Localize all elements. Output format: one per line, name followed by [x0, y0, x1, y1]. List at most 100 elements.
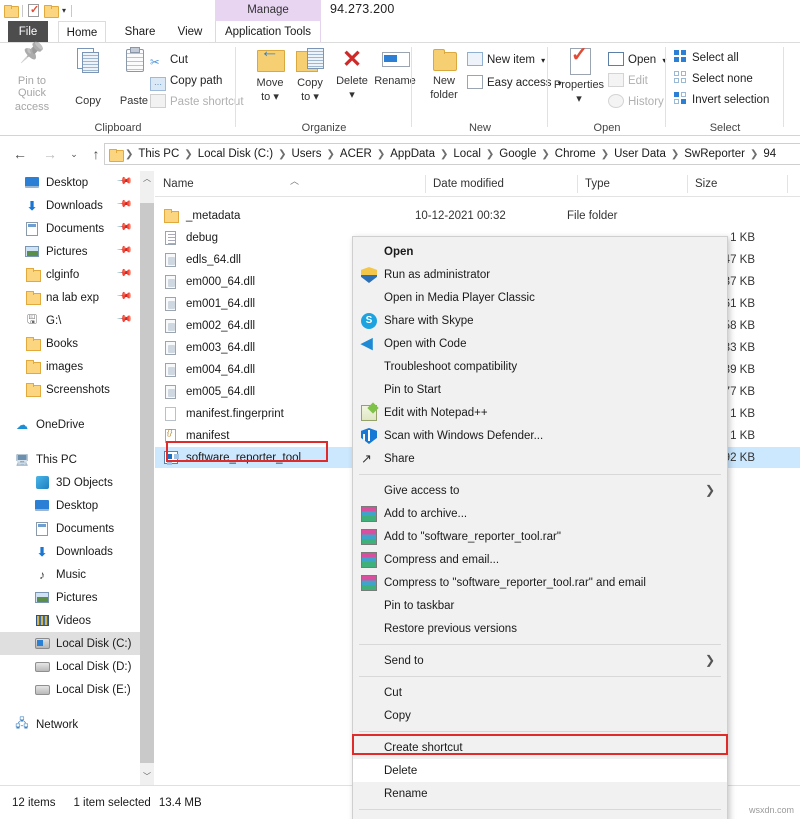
nav-item-videos[interactable]: Videos [0, 609, 140, 632]
pin-icon[interactable]: 📌 [115, 242, 132, 259]
breadcrumb-acer[interactable]: ACER [336, 148, 376, 160]
new-folder-icon[interactable] [44, 5, 57, 16]
breadcrumb-separator[interactable]: ❯ [600, 149, 610, 160]
breadcrumb-separator[interactable]: ❯ [439, 149, 449, 160]
pin-icon[interactable]: 📌 [115, 311, 132, 328]
breadcrumb-users[interactable]: Users [287, 148, 325, 160]
menu-item-restore-previous-versions[interactable]: Restore previous versions [353, 617, 727, 640]
pin-icon[interactable]: 📌 [115, 288, 132, 305]
menu-item-copy[interactable]: Copy [353, 704, 727, 727]
breadcrumb-appdata[interactable]: AppData [386, 148, 439, 160]
menu-item-give-access-to[interactable]: Give access to ❯ [353, 479, 727, 502]
nav-item-documents[interactable]: Documents 📌 [0, 217, 140, 240]
tab-file[interactable]: File [8, 21, 48, 43]
nav-item-books[interactable]: Books [0, 332, 140, 355]
column-divider[interactable] [787, 175, 788, 193]
folder-icon[interactable] [4, 5, 17, 16]
breadcrumb-separator[interactable]: ❯ [485, 149, 495, 160]
forward-button[interactable]: → [40, 144, 60, 164]
menu-item-scan-with-windows-defender[interactable]: Scan with Windows Defender... [353, 424, 727, 447]
menu-item-open[interactable]: Open [353, 240, 727, 263]
menu-item-compress-to-rar-and-email[interactable]: Compress to "software_reporter_tool.rar"… [353, 571, 727, 594]
breadcrumb-separator[interactable]: ❯ [326, 149, 336, 160]
nav-item-images[interactable]: images [0, 355, 140, 378]
pin-icon[interactable]: 📌 [115, 196, 132, 213]
pin-to-quick-access-button[interactable]: Pin to Quick access [6, 47, 58, 113]
breadcrumb-separator[interactable]: ❯ [183, 149, 193, 160]
column-header-size[interactable]: Size [687, 171, 787, 197]
select-all-button[interactable]: Select all [674, 49, 739, 68]
nav-item-pc-documents[interactable]: Documents [0, 517, 140, 540]
select-none-button[interactable]: Select none [674, 70, 753, 89]
menu-item-rename[interactable]: Rename [353, 782, 727, 805]
nav-item-pc-downloads[interactable]: ⬇ Downloads [0, 540, 140, 563]
column-header-type[interactable]: Type [577, 171, 687, 197]
menu-item-share[interactable]: ↗ Share [353, 447, 727, 470]
nav-item-downloads[interactable]: ⬇ Downloads 📌 [0, 194, 140, 217]
nav-item-screenshots[interactable]: Screenshots [0, 378, 140, 401]
menu-item-share-with-skype[interactable]: S Share with Skype [353, 309, 727, 332]
menu-item-properties[interactable]: Properties [353, 814, 727, 819]
scroll-down-icon[interactable]: ﹀ [140, 769, 154, 785]
new-item-button[interactable]: New item ▾ [467, 51, 545, 70]
menu-item-open-with-code[interactable]: ◀ Open with Code [353, 332, 727, 355]
breadcrumb-this-pc[interactable]: This PC [134, 148, 183, 160]
manage-context-tab-header[interactable]: Manage [215, 0, 321, 21]
breadcrumb-separator[interactable]: ❯ [670, 149, 680, 160]
breadcrumb-user-data[interactable]: User Data [610, 148, 670, 160]
menu-item-cut[interactable]: Cut [353, 681, 727, 704]
back-button[interactable]: ← [10, 144, 30, 164]
breadcrumb[interactable]: ❯ This PC❯ Local Disk (C:)❯ Users❯ ACER❯… [104, 143, 800, 165]
pin-icon[interactable]: 📌 [115, 265, 132, 282]
menu-item-pin-to-start[interactable]: Pin to Start [353, 378, 727, 401]
nav-item-desktop[interactable]: Desktop 📌 [0, 171, 140, 194]
menu-item-create-shortcut[interactable]: Create shortcut [353, 736, 727, 759]
column-header-date-modified[interactable]: Date modified [425, 171, 577, 197]
breadcrumb-google[interactable]: Google [495, 148, 540, 160]
up-button[interactable]: ↑ [86, 144, 106, 164]
scrollbar-thumb[interactable] [140, 203, 154, 763]
nav-item-na-lab-exp[interactable]: na lab exp 📌 [0, 286, 140, 309]
recent-locations-button[interactable]: ⌄ [64, 144, 84, 164]
breadcrumb-swreporter[interactable]: SwReporter [680, 148, 749, 160]
new-folder-button[interactable]: New folder [418, 47, 470, 101]
tab-share[interactable]: Share [116, 21, 164, 43]
breadcrumb-separator[interactable]: ❯ [749, 149, 759, 160]
nav-item-clginfo[interactable]: clginfo 📌 [0, 263, 140, 286]
invert-selection-button[interactable]: Invert selection [674, 91, 769, 110]
nav-item-3d-objects[interactable]: 3D Objects [0, 471, 140, 494]
nav-item-this-pc[interactable]: 🖥 This PC [0, 448, 140, 471]
properties-button[interactable]: Properties ▾ [550, 47, 608, 105]
new-item-caret-icon[interactable]: ▾ [541, 56, 545, 65]
menu-item-add-to-rar[interactable]: Add to "software_reporter_tool.rar" [353, 525, 727, 548]
nav-item-onedrive[interactable]: ☁ OneDrive [0, 413, 140, 436]
breadcrumb-local-disk-c[interactable]: Local Disk (C:) [194, 148, 277, 160]
tab-application-tools[interactable]: Application Tools [215, 21, 321, 43]
breadcrumb-separator[interactable]: ❯ [277, 149, 287, 160]
copy-button[interactable]: Copy [62, 47, 114, 107]
properties-icon[interactable] [28, 4, 39, 17]
menu-item-pin-to-taskbar[interactable]: Pin to taskbar [353, 594, 727, 617]
scroll-up-icon[interactable]: ︿ [140, 171, 154, 187]
menu-item-run-as-administrator[interactable]: Run as administrator [353, 263, 727, 286]
tab-view[interactable]: View [170, 21, 210, 43]
breadcrumb-local[interactable]: Local [449, 148, 485, 160]
breadcrumb-separator[interactable]: ❯ [540, 149, 550, 160]
customize-caret-icon[interactable]: ▾ [62, 2, 66, 19]
pin-icon[interactable]: 📌 [115, 219, 132, 236]
nav-item-music[interactable]: ♪ Music [0, 563, 140, 586]
pin-icon[interactable]: 📌 [115, 173, 132, 190]
column-header-name[interactable]: ︿ Name [155, 171, 425, 197]
nav-item-pc-desktop[interactable]: Desktop [0, 494, 140, 517]
properties-caret-icon[interactable]: ▾ [550, 93, 608, 105]
menu-item-compress-and-email[interactable]: Compress and email... [353, 548, 727, 571]
breadcrumb-separator[interactable]: ❯ [376, 149, 386, 160]
nav-item-pc-pictures[interactable]: Pictures [0, 586, 140, 609]
open-button[interactable]: Open ▾ [608, 51, 666, 70]
nav-item-network[interactable]: 🖧 Network [0, 713, 140, 736]
nav-item-g-drive[interactable]: 🖫 G:\ 📌 [0, 309, 140, 332]
nav-item-local-disk-d[interactable]: Local Disk (D:) [0, 655, 140, 678]
delete-caret-icon[interactable]: ▾ [326, 89, 378, 101]
cut-button[interactable]: ✂Cut [150, 51, 188, 70]
navigation-scrollbar[interactable]: ︿ ﹀ [140, 171, 154, 785]
